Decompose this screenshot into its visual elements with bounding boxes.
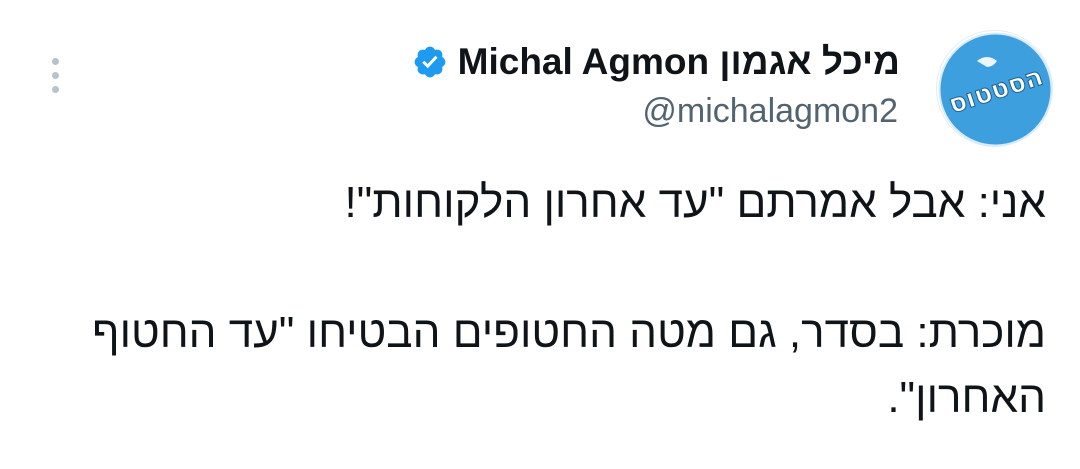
tweet-text: אני: אבל אמרתם "עד אחרון הלקוחות"! מוכרת… [46,170,1046,430]
tweet-line: אני: אבל אמרתם "עד אחרון הלקוחות"! [344,178,1046,227]
avatar[interactable]: הסטטוס [936,30,1053,147]
tweet-card: הסטטוס מיכל אגמון Michal Agmon @michalag… [0,0,1080,469]
avatar-image: הסטטוס [938,32,1053,147]
verified-badge-icon [414,46,446,78]
author-name-row[interactable]: מיכל אגמון Michal Agmon [412,40,900,84]
dot-icon [52,72,59,79]
dot-icon [52,58,59,65]
more-options-button[interactable] [46,56,66,96]
tweet-line: מוכרת: בסדר, גם מטה החטופים הבטיחו "עד ה… [92,308,1046,422]
dot-icon [52,86,59,93]
author-handle[interactable]: @michalagmon2 [642,92,898,131]
author-display-name[interactable]: מיכל אגמון Michal Agmon [458,41,900,83]
